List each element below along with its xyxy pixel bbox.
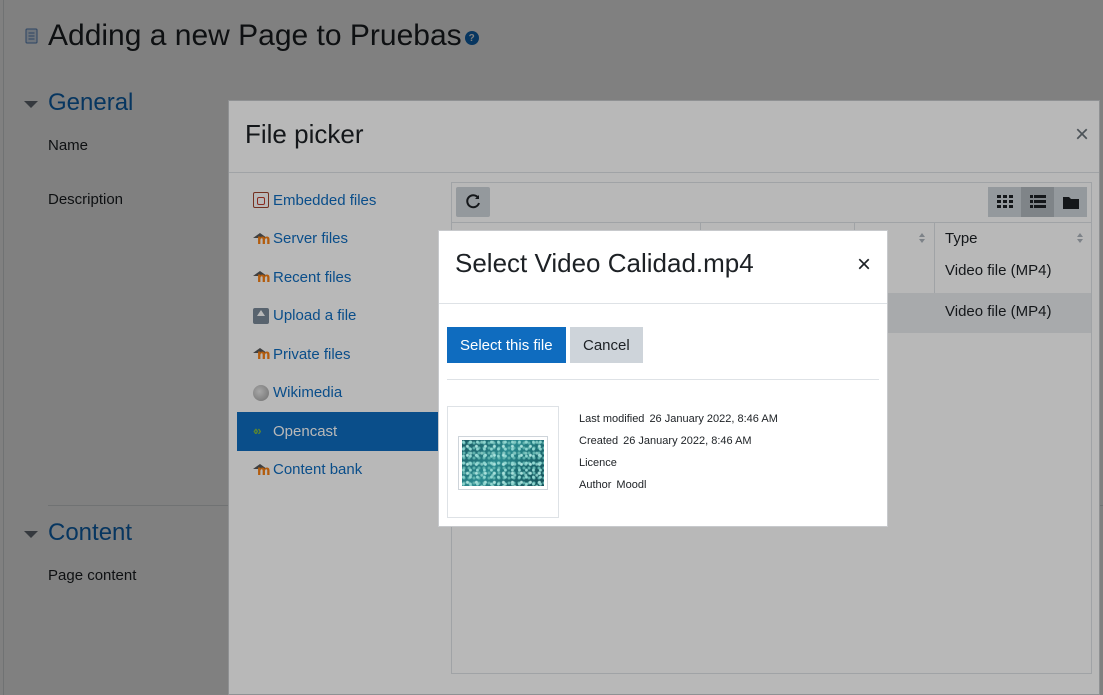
thumbnail-frame [458,436,548,490]
meta-author: Author Moodl [579,479,647,491]
select-file-dialog: Select Video Calidad.mp4 × Select this f… [438,230,888,527]
select-file-header: Select Video Calidad.mp4 × [439,231,887,304]
video-thumbnail [462,440,544,486]
select-this-file-button[interactable]: Select this file [447,327,566,363]
file-preview [447,406,559,518]
meta-licence: Licence [579,457,617,469]
cancel-button[interactable]: Cancel [570,327,643,363]
dialog-divider [447,379,879,380]
meta-last-modified: Last modified 26 January 2022, 8:46 AM [579,413,778,425]
select-file-title: Select Video Calidad.mp4 [455,248,754,278]
select-file-close-button[interactable]: × [857,253,871,277]
meta-created: Created 26 January 2022, 8:46 AM [579,435,752,447]
file-metadata: Last modified 26 January 2022, 8:46 AM Cr… [579,408,778,496]
